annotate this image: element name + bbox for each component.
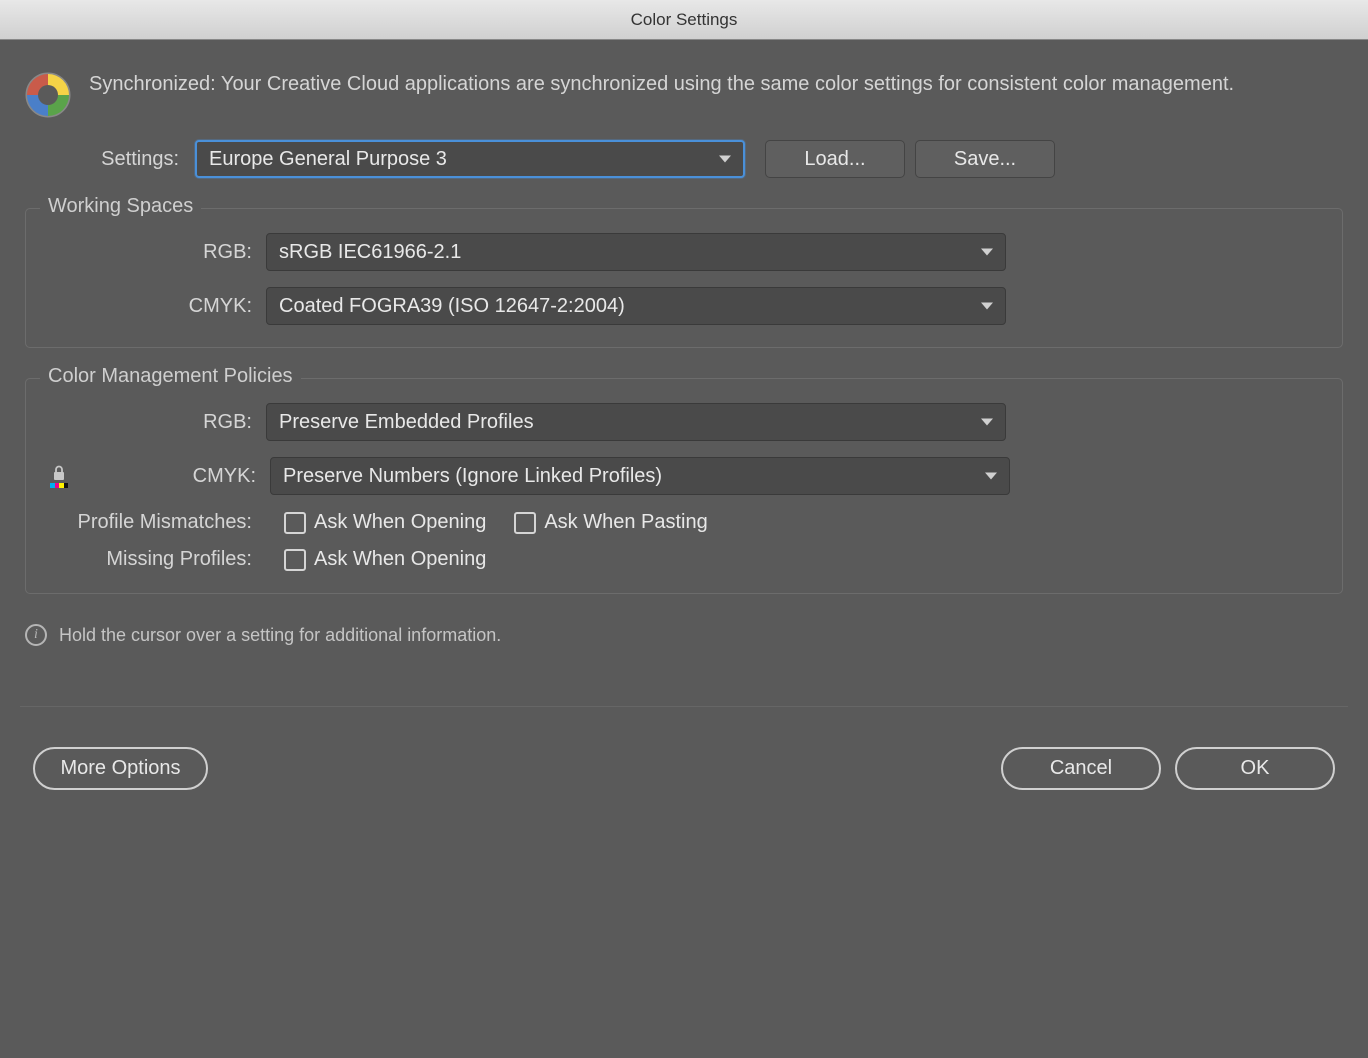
window-title: Color Settings	[631, 10, 738, 30]
ws-rgb-value: sRGB IEC61966-2.1	[279, 241, 461, 264]
more-options-button[interactable]: More Options	[33, 747, 208, 790]
pol-cmyk-value: Preserve Numbers (Ignore Linked Profiles…	[283, 465, 662, 488]
settings-select-value: Europe General Purpose 3	[209, 148, 447, 171]
ws-cmyk-value: Coated FOGRA39 (ISO 12647-2:2004)	[279, 295, 625, 318]
ws-cmyk-row: CMYK: Coated FOGRA39 (ISO 12647-2:2004)	[46, 287, 1322, 325]
policies-legend: Color Management Policies	[40, 365, 301, 388]
chevron-down-icon	[981, 419, 993, 426]
ask-when-pasting-checkbox[interactable]	[514, 512, 536, 534]
lock-icon	[51, 465, 67, 481]
ws-rgb-row: RGB: sRGB IEC61966-2.1	[46, 233, 1322, 271]
ask-when-opening-missing-label: Ask When Opening	[314, 548, 486, 571]
sync-message: Synchronized: Your Creative Cloud applic…	[89, 70, 1234, 98]
ws-cmyk-label: CMYK:	[46, 295, 256, 318]
sync-icon	[25, 72, 71, 118]
pol-rgb-select[interactable]: Preserve Embedded Profiles	[266, 403, 1006, 441]
chevron-down-icon	[719, 156, 731, 163]
profile-mismatches-row: Profile Mismatches: Ask When Opening Ask…	[46, 511, 1322, 534]
pol-cmyk-label: CMYK:	[84, 465, 260, 488]
missing-profiles-label: Missing Profiles:	[46, 548, 256, 571]
cmyk-strip-icon	[50, 483, 68, 488]
ws-rgb-label: RGB:	[46, 241, 256, 264]
titlebar: Color Settings	[0, 0, 1368, 40]
profile-mismatches-label: Profile Mismatches:	[46, 511, 256, 534]
chevron-down-icon	[985, 473, 997, 480]
missing-profiles-row: Missing Profiles: Ask When Opening	[46, 548, 1322, 571]
pol-rgb-value: Preserve Embedded Profiles	[279, 411, 534, 434]
ws-cmyk-select[interactable]: Coated FOGRA39 (ISO 12647-2:2004)	[266, 287, 1006, 325]
working-spaces-group: Working Spaces RGB: sRGB IEC61966-2.1 CM…	[25, 208, 1343, 348]
save-button[interactable]: Save...	[915, 140, 1055, 178]
sync-status-row: Synchronized: Your Creative Cloud applic…	[25, 70, 1343, 118]
pol-rgb-label: RGB:	[46, 411, 256, 434]
cancel-button[interactable]: Cancel	[1001, 747, 1161, 790]
dialog-content: Synchronized: Your Creative Cloud applic…	[0, 40, 1368, 810]
ask-when-opening-missing-checkbox[interactable]	[284, 549, 306, 571]
working-spaces-legend: Working Spaces	[40, 195, 201, 218]
settings-label: Settings:	[95, 148, 185, 171]
chevron-down-icon	[981, 249, 993, 256]
settings-select[interactable]: Europe General Purpose 3	[195, 140, 745, 178]
pol-cmyk-select[interactable]: Preserve Numbers (Ignore Linked Profiles…	[270, 457, 1010, 495]
pol-rgb-row: RGB: Preserve Embedded Profiles	[46, 403, 1322, 441]
ask-when-opening-mismatch-checkbox[interactable]	[284, 512, 306, 534]
ask-when-pasting-label: Ask When Pasting	[544, 511, 707, 534]
chevron-down-icon	[981, 303, 993, 310]
info-icon: i	[25, 624, 47, 646]
policies-group: Color Management Policies RGB: Preserve …	[25, 378, 1343, 594]
ask-when-opening-mismatch-label: Ask When Opening	[314, 511, 486, 534]
settings-row: Settings: Europe General Purpose 3 Load.…	[25, 140, 1343, 178]
pol-cmyk-row: CMYK: Preserve Numbers (Ignore Linked Pr…	[46, 457, 1322, 495]
load-button[interactable]: Load...	[765, 140, 905, 178]
ok-button[interactable]: OK	[1175, 747, 1335, 790]
ws-rgb-select[interactable]: sRGB IEC61966-2.1	[266, 233, 1006, 271]
info-text: Hold the cursor over a setting for addit…	[59, 625, 501, 646]
footer: More Options Cancel OK	[25, 747, 1343, 790]
divider	[20, 706, 1348, 707]
info-row: i Hold the cursor over a setting for add…	[25, 624, 1343, 646]
